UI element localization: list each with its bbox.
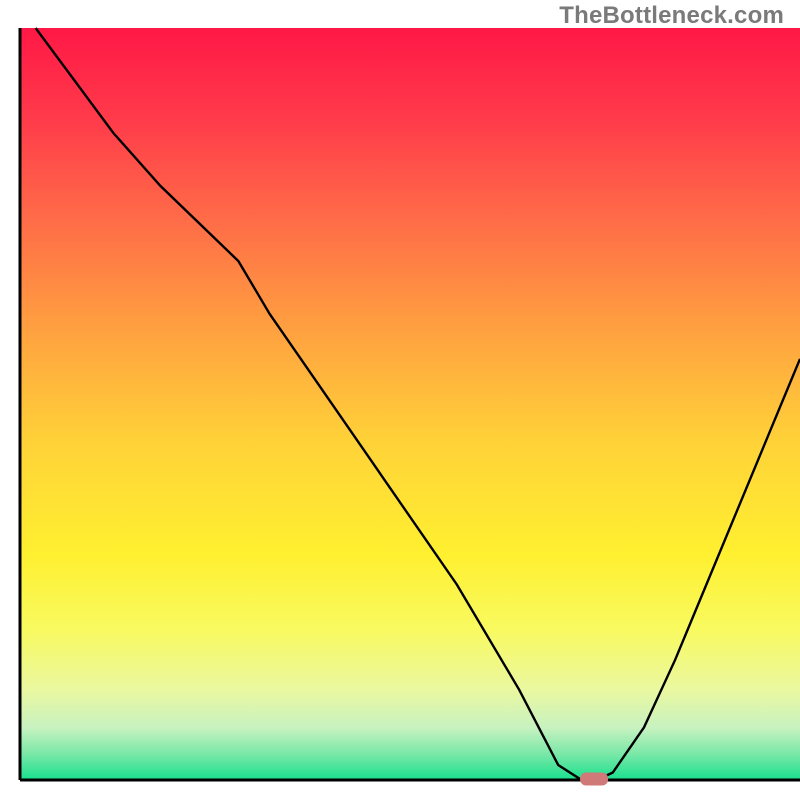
bottleneck-marker [580, 773, 608, 786]
watermark-text: TheBottleneck.com [559, 2, 784, 30]
chart-background-gradient [20, 28, 800, 780]
chart-svg [0, 0, 800, 800]
chart-container: TheBottleneck.com [0, 0, 800, 800]
